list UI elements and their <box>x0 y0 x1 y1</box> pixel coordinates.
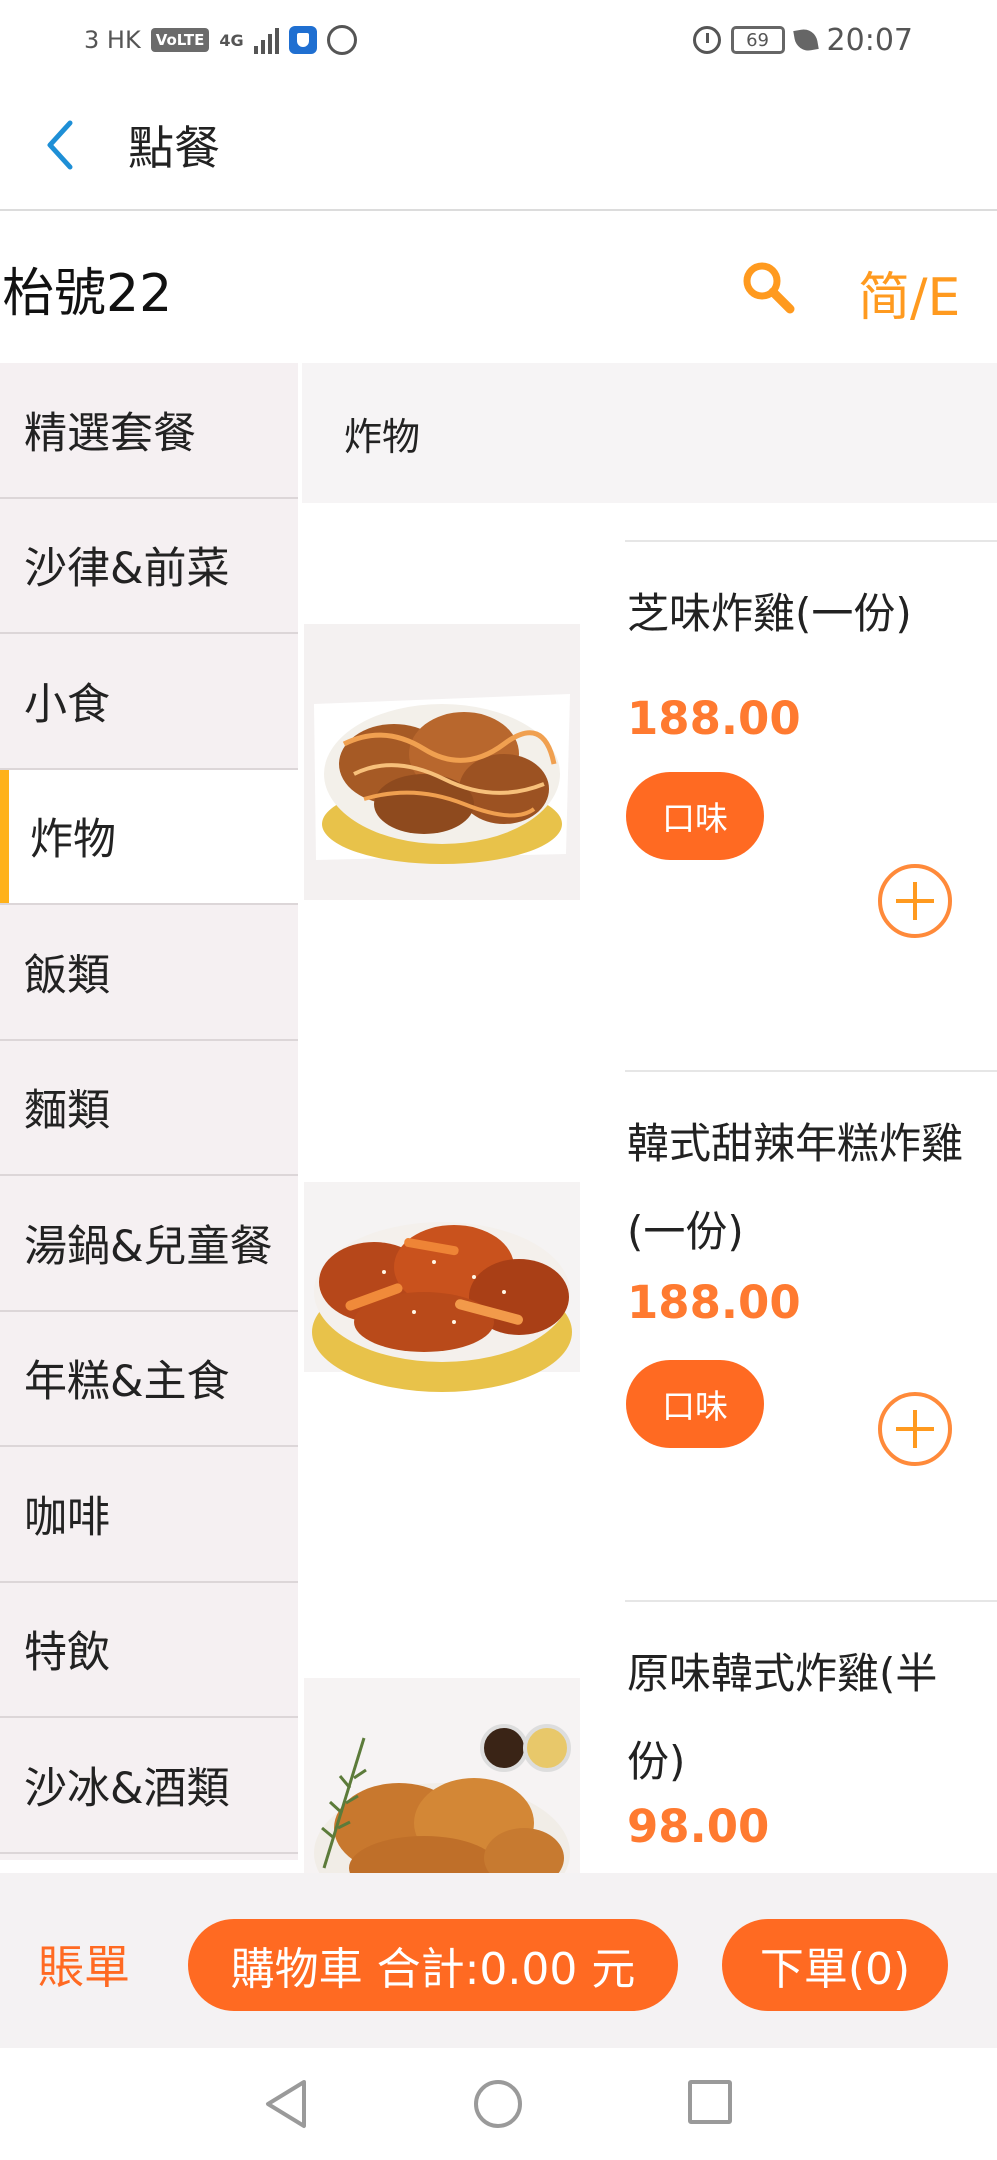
category-item[interactable]: 飯類 <box>0 905 298 1041</box>
add-to-cart-button[interactable] <box>876 862 954 940</box>
item-divider <box>625 540 997 542</box>
signal-icon <box>253 26 279 54</box>
store-bar: 枱號22 简/E <box>0 213 997 363</box>
category-item[interactable]: 精選套餐 <box>0 363 298 499</box>
alarm-icon <box>692 26 721 54</box>
search-icon <box>743 262 795 314</box>
category-label: 麵類 <box>24 1086 110 1137</box>
category-item[interactable]: 咖啡 <box>0 1447 298 1583</box>
system-nav-bar <box>0 2048 997 2160</box>
flavor-button[interactable]: 口味 <box>626 1360 764 1448</box>
item-price: 188.00 <box>627 1276 801 1329</box>
category-sidebar: 精選套餐 沙律&前菜 小食 炸物 飯類 麵類 湯鍋&兒童餐 年糕&主食 咖啡 特… <box>0 363 298 1860</box>
food-photo-cheese-chicken[interactable] <box>304 624 580 900</box>
battery-icon: 69 <box>730 26 785 54</box>
chicken-basket-image <box>304 624 580 900</box>
bottom-action-bar: 賬單 購物車 合計:0.00 元 下單(0) <box>0 1873 997 2048</box>
bill-button[interactable]: 賬單 <box>38 1931 130 1997</box>
category-label: 湯鍋&兒童餐 <box>24 1221 273 1272</box>
section-title: 炸物 <box>344 414 421 459</box>
chicken-basket-image <box>304 1182 580 1458</box>
back-button[interactable] <box>6 80 116 209</box>
menu-item[interactable]: 原味韓式炸雞(半份) 98.00 <box>302 1600 997 1873</box>
status-right: 69 20:07 <box>692 22 913 58</box>
cart-total-button[interactable]: 購物車 合計:0.00 元 <box>188 1919 678 2011</box>
category-label: 飯類 <box>24 950 110 1001</box>
food-photo-rice-cake-chicken[interactable] <box>304 1182 580 1458</box>
item-divider <box>625 1600 997 1602</box>
item-name: 芝味炸雞(一份) <box>627 589 912 638</box>
plus-circle-icon <box>878 1392 952 1466</box>
status-bar: 3 HK VoLTE 4G 69 20:07 <box>0 0 997 80</box>
whatsapp-icon <box>326 25 357 55</box>
category-item[interactable]: 沙冰&酒類 <box>0 1718 298 1854</box>
menu-content[interactable]: 炸物 芝味炸雞(一份) 188.00 口味 韓式甜辣年糕炸雞(一份) 188.0… <box>302 363 997 1873</box>
search-button[interactable] <box>738 257 798 317</box>
category-item[interactable]: 小食 <box>0 634 298 770</box>
power-saving-icon <box>792 27 819 53</box>
network-label: 4G <box>219 30 244 50</box>
category-label: 沙冰&酒類 <box>24 1763 230 1814</box>
food-photo-original-chicken[interactable] <box>304 1678 580 1873</box>
category-label: 年糕&主食 <box>24 1357 230 1408</box>
item-divider <box>625 1070 997 1072</box>
place-order-button[interactable]: 下單(0) <box>722 1919 948 2011</box>
nav-home-icon[interactable] <box>474 2080 522 2128</box>
carrier-label: 3 HK <box>84 26 141 54</box>
category-label: 精選套餐 <box>24 408 196 459</box>
page-title: 點餐 <box>128 120 220 175</box>
chicken-basket-image <box>304 1678 580 1873</box>
category-item[interactable]: 沙律&前菜 <box>0 499 298 634</box>
table-number: 枱號22 <box>2 263 173 324</box>
item-price: 188.00 <box>627 692 801 745</box>
category-label: 沙律&前菜 <box>24 544 230 595</box>
add-to-cart-button[interactable] <box>876 1390 954 1468</box>
category-item[interactable]: 特飲 <box>0 1583 298 1718</box>
category-item-active[interactable]: 炸物 <box>0 769 298 905</box>
category-item[interactable]: 麵類 <box>0 1041 298 1176</box>
nav-back-icon[interactable] <box>262 2078 310 2130</box>
app-bar: 點餐 <box>0 80 997 211</box>
category-item[interactable]: 年糕&主食 <box>0 1312 298 1447</box>
flavor-button[interactable]: 口味 <box>626 772 764 860</box>
chevron-left-icon <box>47 120 73 169</box>
item-price: 98.00 <box>627 1800 770 1853</box>
status-left: 3 HK VoLTE 4G <box>84 25 357 55</box>
menu-item[interactable]: 芝味炸雞(一份) 188.00 口味 <box>302 540 997 1070</box>
menu-item[interactable]: 韓式甜辣年糕炸雞(一份) 188.00 口味 <box>302 1070 997 1600</box>
item-name: 韓式甜辣年糕炸雞(一份) <box>627 1119 964 1256</box>
section-header: 炸物 <box>302 363 997 503</box>
nav-recents-icon[interactable] <box>688 2080 732 2124</box>
category-item[interactable]: 湯鍋&兒童餐 <box>0 1176 298 1312</box>
category-label: 炸物 <box>30 815 116 866</box>
language-toggle[interactable]: 简/E <box>858 255 960 330</box>
category-label: 咖啡 <box>24 1492 110 1543</box>
status-time: 20:07 <box>826 22 913 58</box>
category-label: 特飲 <box>24 1628 110 1679</box>
plus-circle-icon <box>878 864 952 938</box>
vpn-shield-icon <box>288 26 317 54</box>
item-name: 原味韓式炸雞(半份) <box>627 1649 938 1786</box>
volte-icon: VoLTE <box>150 28 210 52</box>
category-label: 小食 <box>24 679 110 730</box>
